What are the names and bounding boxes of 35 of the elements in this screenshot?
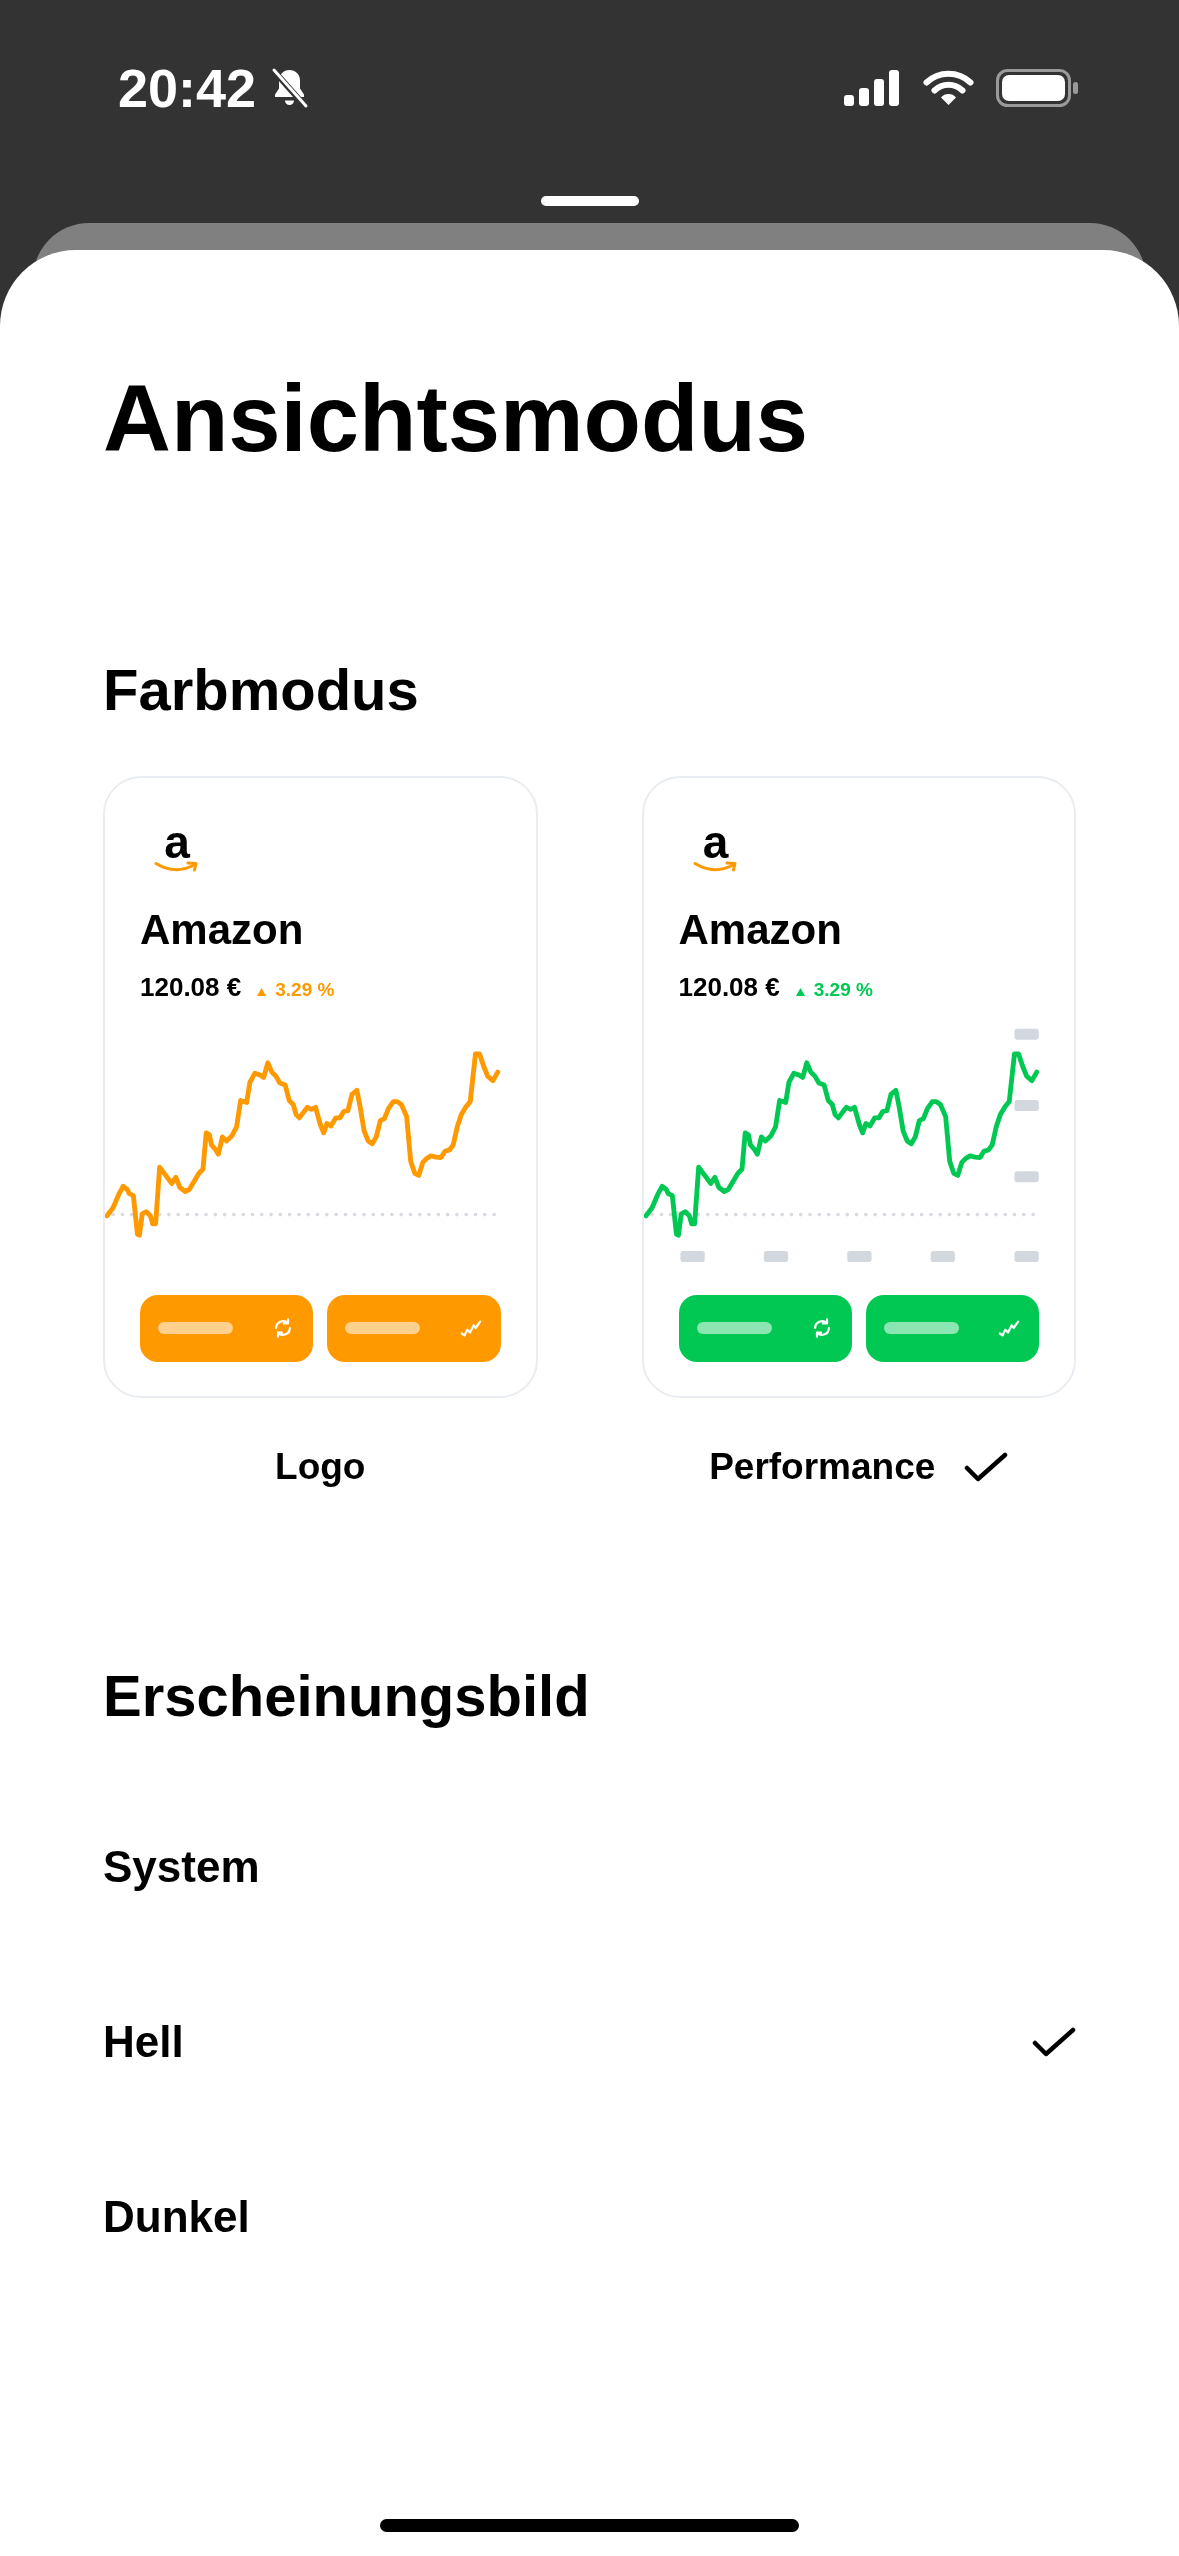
axis-label-placeholder [1014,1028,1039,1040]
axis-label-placeholder [1014,1099,1039,1111]
company-name: Amazon [678,908,843,951]
wifi-icon [923,70,974,106]
triangle-up-icon [257,987,267,996]
appearance-option[interactable]: Dunkel [103,2157,1076,2277]
signal-bars-icon [844,70,900,106]
axis-label-placeholder [846,1250,872,1262]
axis-label-placeholder [763,1250,788,1262]
smile-arrow-icon [692,860,739,874]
page-title: Ansichtsmodus [103,372,810,466]
axis-label-placeholder [679,1250,705,1262]
status-time: 20:42 [118,61,257,115]
section-heading: Farbmodus [103,661,420,719]
bell-slash-icon [270,66,310,110]
stock-price: 120.08 € [140,973,242,1000]
logo-letter: a [702,824,729,861]
axis-label-placeholder [1014,1250,1039,1262]
sheet-grabber[interactable] [540,196,639,206]
appearance-option[interactable]: System [103,1807,1076,1927]
appearance-option[interactable]: Hell [103,1982,1076,2102]
preview-card[interactable]: a Amazon 120.08 € 3.29 % [641,776,1076,1398]
battery-icon [996,69,1078,107]
price-change: 3.29 % [275,979,335,999]
preview-card[interactable]: a Amazon 120.08 € 3.29 % [103,776,538,1398]
company-name: Amazon [140,908,305,951]
triangle-up-icon [795,987,805,996]
price-change: 3.29 % [813,979,873,999]
option-label[interactable]: Performance [709,1448,1009,1485]
axis-label-placeholder [930,1250,955,1262]
stock-price: 120.08 € [678,973,780,1000]
option-label[interactable]: Logo [275,1448,366,1485]
smile-arrow-icon [154,860,200,874]
logo-letter: a [164,824,190,861]
axis-label-placeholder [1014,1171,1039,1182]
